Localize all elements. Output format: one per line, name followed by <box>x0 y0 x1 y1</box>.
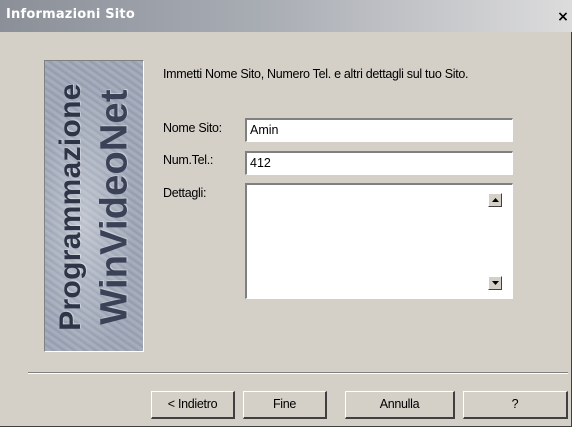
title-bar[interactable]: Informazioni Sito × <box>0 0 572 32</box>
instruction-text: Immetti Nome Sito, Numero Tel. e altri d… <box>163 67 469 81</box>
scroll-up-arrow-icon[interactable] <box>488 193 502 207</box>
finish-button[interactable]: Fine <box>243 391 327 419</box>
dialog-window: Informazioni Sito × Programmazione WinVi… <box>0 0 572 427</box>
window-title: Informazioni Sito <box>6 7 135 22</box>
site-name-field[interactable]: Amin <box>245 118 513 142</box>
scroll-down-arrow-icon[interactable] <box>488 276 502 290</box>
details-textarea[interactable] <box>245 183 513 299</box>
side-banner-image: Programmazione WinVideoNet <box>44 60 144 352</box>
back-button[interactable]: < Indietro <box>151 391 235 419</box>
site-name-label: Nome Sito: <box>163 121 222 135</box>
details-label: Dettagli: <box>163 186 207 200</box>
banner-text-programmazione: Programmazione <box>54 83 87 331</box>
phone-field[interactable]: 412 <box>245 151 513 175</box>
cancel-button[interactable]: Annulla <box>345 391 455 419</box>
banner-text-winvideonet: WinVideoNet <box>93 89 136 325</box>
phone-label: Num.Tel.: <box>163 153 214 167</box>
footer-separator <box>28 372 568 374</box>
close-icon[interactable]: × <box>556 10 570 24</box>
help-button[interactable]: ? <box>463 391 568 419</box>
